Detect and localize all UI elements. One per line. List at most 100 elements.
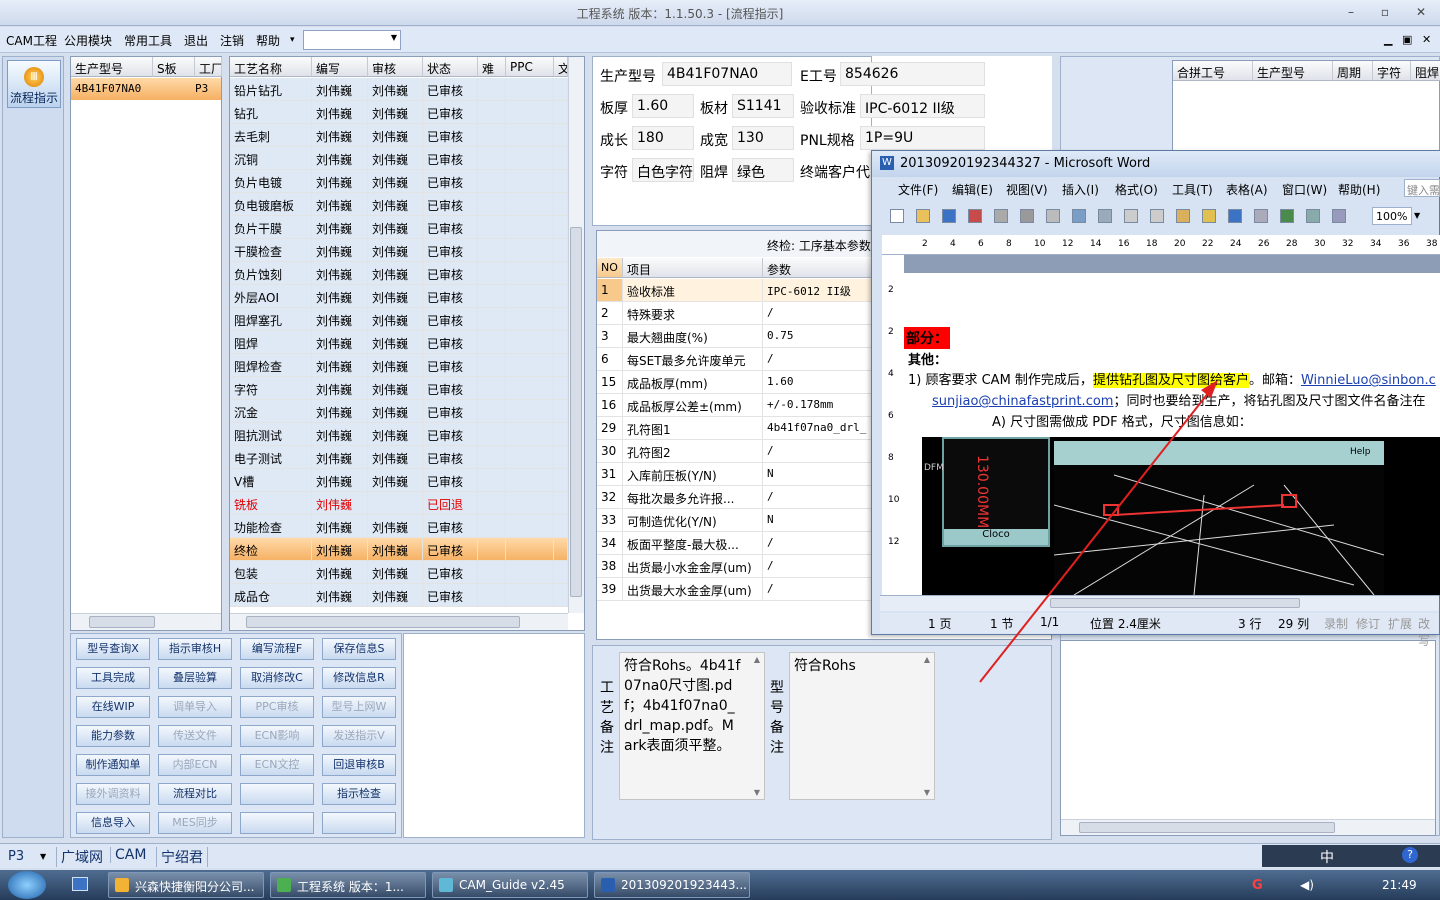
permission-icon[interactable] <box>968 209 982 223</box>
col-reviewer[interactable]: 审核 <box>368 57 423 77</box>
menu-exit[interactable]: 退出 <box>184 32 208 49</box>
task-item-2[interactable]: 工程系统 版本：1... <box>270 872 426 898</box>
word-menu-file[interactable]: 文件(F) <box>898 181 938 198</box>
maximize-button[interactable]: ▫ <box>1374 3 1396 21</box>
help-dropdown-icon[interactable]: ▾ <box>290 35 295 45</box>
word-zoom-select[interactable]: 100% <box>1372 207 1412 225</box>
task-item-1[interactable]: 兴森快捷衡阳分公司... <box>108 872 264 898</box>
action-button[interactable]: 回退审核B <box>322 754 396 776</box>
action-button[interactable]: 信息导入 <box>76 812 150 834</box>
col-combine-mask[interactable]: 阻焊 <box>1411 61 1440 81</box>
action-button[interactable]: 型号上网W <box>322 696 396 718</box>
email-icon[interactable] <box>994 209 1008 223</box>
col-process-name[interactable]: 工艺名称 <box>230 57 312 77</box>
close-button[interactable]: ✕ <box>1410 3 1432 21</box>
scroll-thumb[interactable] <box>246 616 520 628</box>
model-note-textarea[interactable]: 符合Rohs ▲ ▼ <box>789 652 935 800</box>
new-icon[interactable] <box>890 209 904 223</box>
action-button[interactable]: 调单导入 <box>158 696 232 718</box>
word-menu-table[interactable]: 表格(A) <box>1226 181 1268 198</box>
help-icon[interactable]: ? <box>1402 847 1418 863</box>
col-combine-cycle[interactable]: 周期 <box>1333 61 1373 81</box>
status-overwrite[interactable]: 改写 <box>1418 615 1439 649</box>
word-menu-help[interactable]: 帮助(H) <box>1338 181 1380 198</box>
scroll-thumb[interactable] <box>89 616 155 628</box>
action-button[interactable] <box>322 812 396 834</box>
action-button[interactable]: 发送指示V <box>322 725 396 747</box>
start-button[interactable] <box>8 871 46 899</box>
col-combine-char[interactable]: 字符 <box>1373 61 1411 81</box>
paste-icon[interactable] <box>1176 209 1190 223</box>
col-plant[interactable]: 工厂 <box>195 57 222 77</box>
menu-tools[interactable]: 常用工具 <box>124 32 172 49</box>
action-button[interactable]: MES同步 <box>158 812 232 834</box>
copy-icon[interactable] <box>1150 209 1164 223</box>
word-menu-tools[interactable]: 工具(T) <box>1172 181 1213 198</box>
col-s-board[interactable]: S板 <box>153 57 195 77</box>
action-button[interactable] <box>240 812 314 834</box>
mdi-close-button[interactable]: ✕ <box>1422 33 1431 46</box>
menu-cam[interactable]: CAM工程 <box>6 32 57 49</box>
flow-guide-button[interactable]: Ⅲ 流程指示 <box>7 60 61 108</box>
word-menu-view[interactable]: 视图(V) <box>1006 181 1048 198</box>
spell-icon[interactable] <box>1072 209 1086 223</box>
mdi-restore-button[interactable]: ▣ <box>1402 33 1412 46</box>
action-button[interactable]: 保存信息S <box>322 638 396 660</box>
ime-mode[interactable]: 中 <box>1320 847 1334 867</box>
clock[interactable]: 21:49 <box>1382 878 1417 892</box>
menu-combo[interactable]: ▼ <box>303 30 401 50</box>
word-menu-insert[interactable]: 插入(I) <box>1062 181 1099 198</box>
col-combine-model[interactable]: 生产型号 <box>1253 61 1333 81</box>
process-hscrollbar[interactable] <box>230 613 568 630</box>
word-titlebar[interactable]: W 20130920192344327 - Microsoft Word <box>872 151 1440 177</box>
model-row-selected[interactable]: 4B41F07NA0 P3 <box>71 78 221 100</box>
action-button[interactable]: 内部ECN <box>158 754 232 776</box>
col-writer[interactable]: 编写 <box>312 57 368 77</box>
redo-icon[interactable] <box>1254 209 1268 223</box>
word-menu-edit[interactable]: 编辑(E) <box>952 181 993 198</box>
status-record[interactable]: 录制 <box>1324 615 1348 632</box>
undo-icon[interactable] <box>1228 209 1242 223</box>
ime-bar[interactable]: 中 ? <box>1262 845 1440 867</box>
hyperlink-icon[interactable] <box>1280 209 1294 223</box>
menu-public[interactable]: 公用模块 <box>64 32 112 49</box>
action-button[interactable]: 指示检查 <box>322 783 396 805</box>
tables-icon[interactable] <box>1306 209 1320 223</box>
process-vscrollbar[interactable] <box>568 57 584 613</box>
col-no[interactable]: NO <box>597 258 623 278</box>
action-button[interactable]: ECN影响 <box>240 725 314 747</box>
save-icon[interactable] <box>942 209 956 223</box>
task-item-4[interactable]: 201309201923443... <box>594 872 750 898</box>
menu-logout[interactable]: 注销 <box>220 32 244 49</box>
action-button[interactable]: PPC审核 <box>240 696 314 718</box>
chevron-down-icon[interactable]: ▼ <box>1414 211 1420 220</box>
plant-select[interactable]: P3 <box>8 849 24 864</box>
col-status[interactable]: 状态 <box>423 57 478 77</box>
col-param[interactable]: 参数 <box>763 258 873 278</box>
note-vscrollbar[interactable]: ▲ ▼ <box>750 655 764 797</box>
tab-cam[interactable]: CAM <box>110 847 146 863</box>
action-button[interactable]: 制作通知单 <box>76 754 150 776</box>
action-button[interactable]: 型号查询X <box>76 638 150 660</box>
action-button[interactable] <box>240 783 314 805</box>
menu-help[interactable]: 帮助 <box>256 32 280 49</box>
cut-icon[interactable] <box>1124 209 1138 223</box>
action-button[interactable]: 编写流程F <box>240 638 314 660</box>
scroll-thumb[interactable] <box>570 227 582 597</box>
task-item-3[interactable]: CAM_Guide v2.45 <box>432 872 588 898</box>
tab-wan[interactable]: 广域网 <box>56 847 103 867</box>
word-menu-window[interactable]: 窗口(W) <box>1282 181 1327 198</box>
insert-table-icon[interactable] <box>1332 209 1346 223</box>
action-button[interactable]: 能力参数 <box>76 725 150 747</box>
mdi-minimize-button[interactable]: ▁ <box>1384 33 1392 46</box>
right-hscrollbar[interactable] <box>1061 819 1435 835</box>
word-help-search[interactable]: 键入需 <box>1404 179 1440 197</box>
col-ppc[interactable]: PPC <box>506 57 554 77</box>
col-difficulty[interactable]: 难 <box>478 57 506 77</box>
model-hscrollbar[interactable] <box>71 613 221 630</box>
doc-email-link[interactable]: WinnieLuo@sinbon.c <box>1301 373 1436 388</box>
col-combine-no[interactable]: 合拼工号 <box>1173 61 1253 81</box>
save-icon[interactable] <box>72 877 88 891</box>
action-button[interactable]: 流程对比 <box>158 783 232 805</box>
format-painter-icon[interactable] <box>1202 209 1216 223</box>
